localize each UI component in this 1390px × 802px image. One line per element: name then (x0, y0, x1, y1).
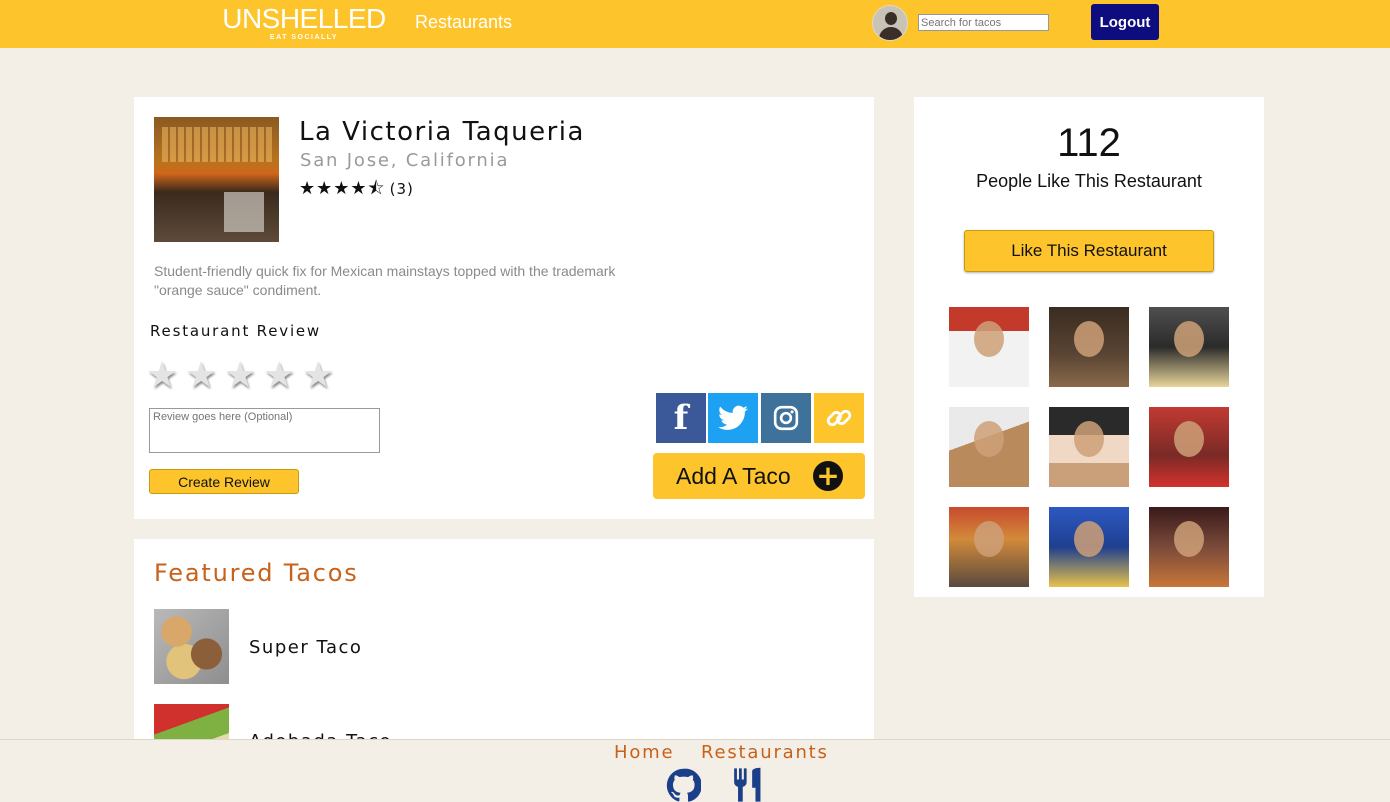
review-heading: Restaurant Review (150, 322, 322, 340)
likes-card: 112 People Like This Restaurant Like Thi… (914, 97, 1264, 597)
footer: Home Restaurants (0, 739, 1390, 802)
user-avatar[interactable] (872, 5, 908, 41)
restaurant-description: Student-friendly quick fix for Mexican m… (154, 263, 616, 298)
brand-name: UNSHELLED (222, 3, 386, 34)
review-textarea[interactable] (149, 408, 380, 453)
link-icon (826, 409, 852, 427)
brand-tagline: EAT SOCIALLY (269, 34, 339, 41)
star-icon-5[interactable]: ★ (302, 355, 337, 395)
footer-link-restaurants[interactable]: Restaurants (701, 742, 829, 763)
featured-tacos-card: Featured Tacos Super Taco Adobada Taco (134, 539, 874, 779)
liker-avatar[interactable] (1149, 407, 1229, 487)
logout-button[interactable]: Logout (1091, 4, 1159, 40)
restaurant-name: La Victoria Taqueria (299, 117, 585, 147)
twitter-icon (718, 405, 748, 430)
liker-avatar[interactable] (1149, 307, 1229, 387)
plus-circle-icon: + (813, 461, 843, 491)
liker-avatar[interactable] (1049, 407, 1129, 487)
nav-link-restaurants[interactable]: Restaurants (415, 12, 512, 33)
avatar-body-shape (879, 27, 903, 40)
twitter-share-button[interactable] (708, 393, 758, 443)
restaurant-location: San Jose, California (300, 150, 510, 171)
search-input[interactable] (918, 14, 1049, 31)
add-taco-label: Add A Taco (676, 462, 791, 489)
liker-avatar[interactable] (949, 407, 1029, 487)
liker-avatar[interactable] (1149, 507, 1229, 587)
github-icon[interactable] (666, 768, 701, 802)
liker-avatar[interactable] (1049, 307, 1129, 387)
create-review-button[interactable]: Create Review (149, 469, 299, 494)
rating-stars-icon: ★★★★⯪ (299, 178, 386, 198)
featured-tacos-title: Featured Tacos (154, 559, 359, 587)
instagram-share-button[interactable] (761, 393, 811, 443)
star-icon-3[interactable]: ★ (224, 355, 259, 395)
review-star-rating-input[interactable]: ★ ★ ★ ★ ★ (146, 355, 337, 395)
taco-name[interactable]: Super Taco (249, 637, 362, 658)
star-icon-1[interactable]: ★ (146, 355, 181, 395)
utensils-icon[interactable] (732, 767, 764, 802)
brand-logo[interactable]: UNSHELLED EAT SOCIALLY (219, 4, 389, 42)
footer-link-home[interactable]: Home (614, 742, 674, 763)
star-icon-2[interactable]: ★ (185, 355, 220, 395)
add-taco-button[interactable]: Add A Taco + (653, 453, 865, 499)
instagram-icon (773, 405, 799, 431)
star-icon-4[interactable]: ★ (263, 355, 298, 395)
taco-photo[interactable] (154, 609, 229, 684)
likes-count: 112 (1057, 121, 1121, 165)
facebook-share-button[interactable]: f (656, 393, 706, 443)
copy-link-button[interactable] (814, 393, 864, 443)
review-count: (3) (389, 180, 414, 198)
likes-label: People Like This Restaurant (976, 171, 1202, 191)
restaurant-rating: ★★★★⯪ (3) (299, 176, 414, 206)
like-restaurant-button[interactable]: Like This Restaurant (964, 230, 1214, 272)
avatar-head-shape (885, 12, 897, 25)
facebook-icon: f (673, 398, 689, 438)
restaurant-detail-card: La Victoria Taqueria San Jose, Californi… (134, 97, 874, 519)
liker-avatar[interactable] (949, 307, 1029, 387)
liker-avatar[interactable] (1049, 507, 1129, 587)
liker-avatar[interactable] (949, 507, 1029, 587)
top-nav-bar: UNSHELLED EAT SOCIALLY Restaurants Logou… (0, 0, 1390, 48)
restaurant-photo (154, 117, 279, 242)
